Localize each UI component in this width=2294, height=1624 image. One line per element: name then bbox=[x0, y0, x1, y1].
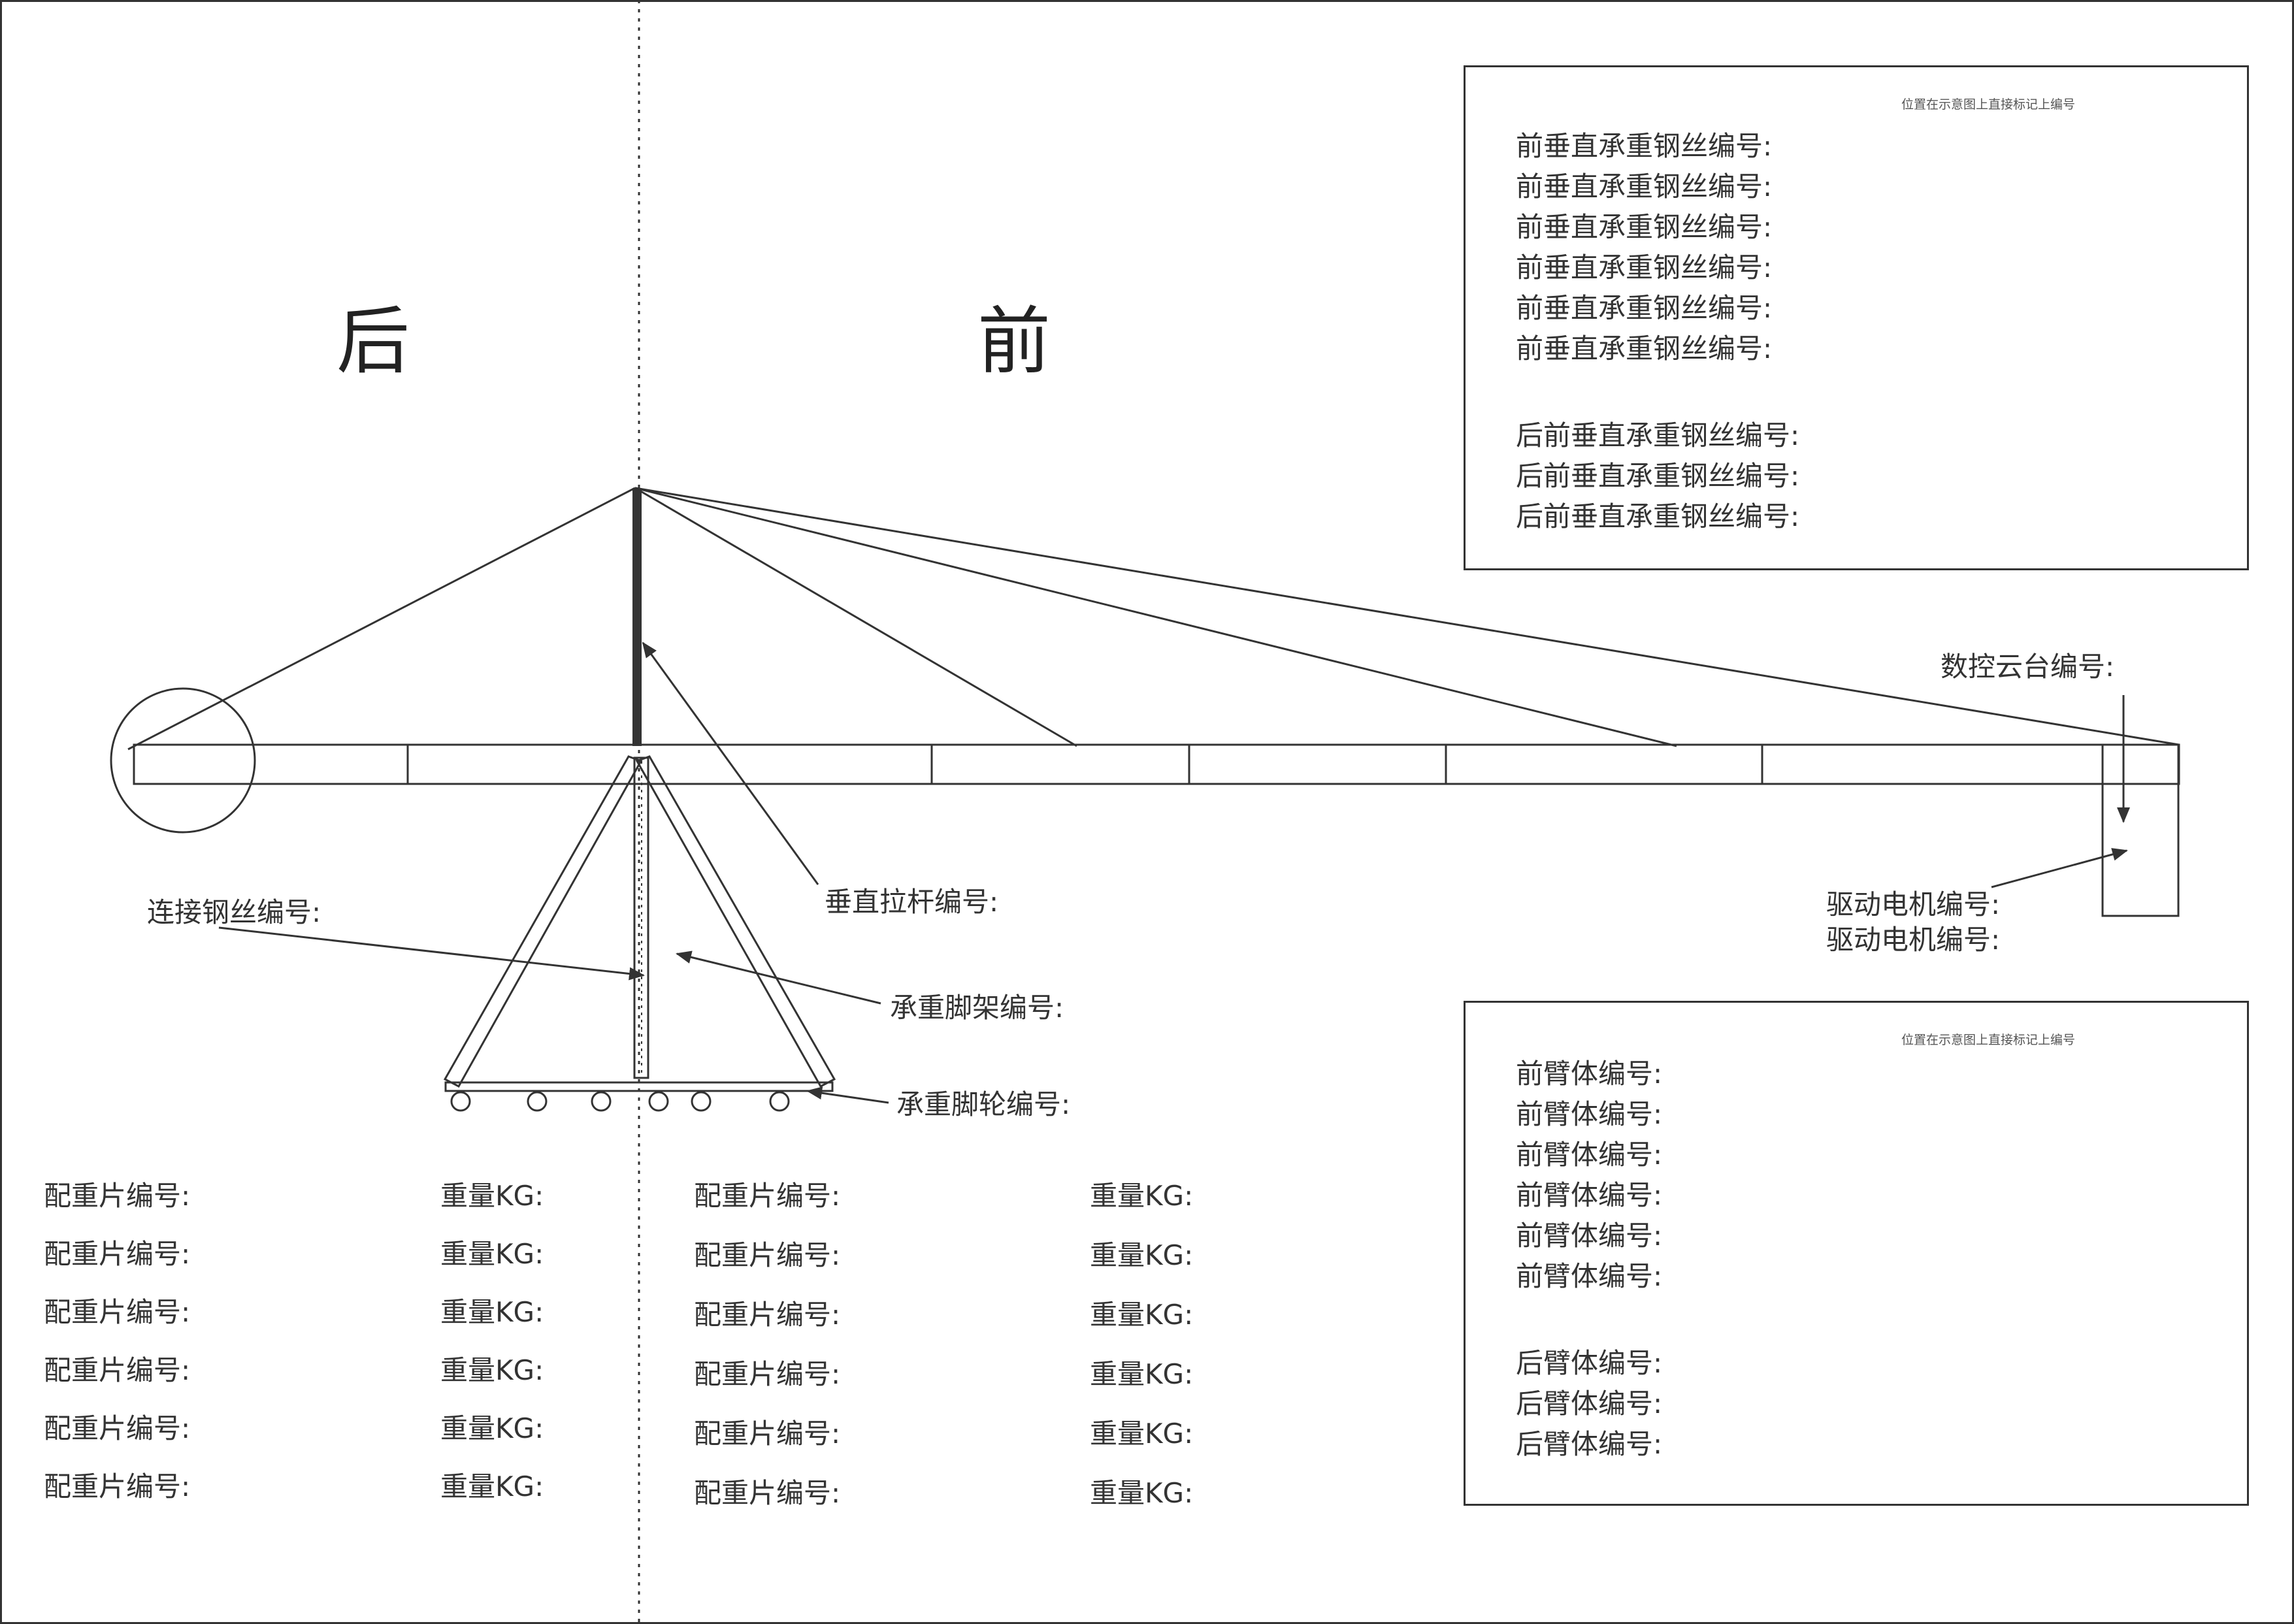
drive-motor-label: 驱动电机编号: bbox=[1826, 888, 2001, 920]
counterweight-piece-label: 配重片编号: bbox=[44, 1412, 191, 1444]
front-wire-label: 前垂直承重钢丝编号: bbox=[1516, 130, 1773, 162]
counterweight-piece-label: 配重片编号: bbox=[44, 1238, 191, 1270]
counterweight-piece-label: 配重片编号: bbox=[694, 1418, 841, 1450]
front-arm-label: 前臂体编号: bbox=[1516, 1260, 1663, 1292]
counterweight-end-circle bbox=[110, 687, 256, 834]
connect-wire-label: 连接钢丝编号: bbox=[147, 896, 321, 928]
tripod-arrow bbox=[676, 950, 881, 1005]
cnc-head-label: 数控云台编号: bbox=[1941, 651, 2115, 683]
counterweight-weight-label: 重量KG: bbox=[440, 1412, 544, 1444]
wheels-label: 承重脚轮编号: bbox=[896, 1088, 1071, 1120]
rear-tension-wire bbox=[127, 487, 636, 751]
drive-motor-box bbox=[2101, 743, 2180, 917]
connect-wire-arrow bbox=[218, 926, 645, 981]
front-wire-label: 前垂直承重钢丝编号: bbox=[1516, 211, 1773, 243]
counterweight-piece-label: 配重片编号: bbox=[694, 1299, 841, 1331]
counterweight-weight-label: 重量KG: bbox=[440, 1354, 544, 1386]
counterweight-weight-label: 重量KG: bbox=[1090, 1299, 1194, 1331]
back-side-label: 后 bbox=[336, 299, 410, 384]
counterweight-piece-label: 配重片编号: bbox=[694, 1180, 841, 1212]
front-arm-label: 前臂体编号: bbox=[1516, 1179, 1663, 1211]
counterweight-weight-label: 重量KG: bbox=[440, 1180, 544, 1212]
counterweight-weight-label: 重量KG: bbox=[440, 1238, 544, 1270]
drive-motor-arrow bbox=[1991, 848, 2128, 888]
counterweight-piece-label: 配重片编号: bbox=[694, 1358, 841, 1390]
tripod-right-leg bbox=[635, 755, 836, 1088]
counterweight-weight-label: 重量KG: bbox=[1090, 1358, 1194, 1390]
front-arm-label: 前臂体编号: bbox=[1516, 1139, 1663, 1171]
front-wire-label: 前垂直承重钢丝编号: bbox=[1516, 252, 1773, 284]
rear-wire-label: 后前垂直承重钢丝编号: bbox=[1516, 460, 1800, 492]
wheels-arrow bbox=[806, 1086, 889, 1104]
vertical-rod-label: 垂直拉杆编号: bbox=[825, 886, 999, 918]
counterweight-weight-label: 重量KG: bbox=[440, 1470, 544, 1502]
drive-motor-label: 驱动电机编号: bbox=[1826, 924, 2001, 956]
front-side-label: 前 bbox=[977, 299, 1051, 384]
wire-number-box: 位置在示意图上直接标记上编号 前垂直承重钢丝编号: 前垂直承重钢丝编号: 前垂直… bbox=[1464, 65, 2249, 570]
rear-arm-label: 后臂体编号: bbox=[1516, 1388, 1663, 1420]
front-wire-label: 前垂直承重钢丝编号: bbox=[1516, 292, 1773, 324]
caster-wheel bbox=[527, 1091, 548, 1112]
tripod-label: 承重脚架编号: bbox=[890, 992, 1064, 1024]
arm-number-box: 位置在示意图上直接标记上编号 前臂体编号: 前臂体编号: 前臂体编号: 前臂体编… bbox=[1464, 1001, 2249, 1506]
front-arm-label: 前臂体编号: bbox=[1516, 1220, 1663, 1252]
counterweight-weight-label: 重量KG: bbox=[1090, 1477, 1194, 1509]
caster-wheel bbox=[591, 1091, 612, 1112]
caster-wheel bbox=[691, 1091, 712, 1112]
rear-wire-label: 后前垂直承重钢丝编号: bbox=[1516, 419, 1800, 451]
counterweight-piece-label: 配重片编号: bbox=[44, 1354, 191, 1386]
rear-wire-label: 后前垂直承重钢丝编号: bbox=[1516, 500, 1800, 532]
caster-wheel bbox=[648, 1091, 669, 1112]
counterweight-piece-label: 配重片编号: bbox=[694, 1477, 841, 1509]
front-arm-label: 前臂体编号: bbox=[1516, 1058, 1663, 1090]
front-wire-label: 前垂直承重钢丝编号: bbox=[1516, 333, 1773, 365]
vertical-rod-arrow bbox=[642, 641, 819, 885]
box-note: 位置在示意图上直接标记上编号 bbox=[1901, 97, 2076, 112]
front-wire-label: 前垂直承重钢丝编号: bbox=[1516, 171, 1773, 203]
front-tension-wire bbox=[634, 487, 1077, 747]
front-arm-label: 前臂体编号: bbox=[1516, 1098, 1663, 1130]
counterweight-piece-label: 配重片编号: bbox=[694, 1239, 841, 1271]
counterweight-weight-label: 重量KG: bbox=[1090, 1239, 1194, 1271]
caster-wheel bbox=[769, 1091, 790, 1112]
counterweight-piece-label: 配重片编号: bbox=[44, 1470, 191, 1502]
arm-beam bbox=[133, 743, 2180, 785]
counterweight-weight-label: 重量KG: bbox=[1090, 1180, 1194, 1212]
tripod-left-leg bbox=[443, 755, 643, 1088]
box-note: 位置在示意图上直接标记上编号 bbox=[1901, 1033, 2076, 1047]
rear-arm-label: 后臂体编号: bbox=[1516, 1347, 1663, 1379]
counterweight-weight-label: 重量KG: bbox=[440, 1296, 544, 1328]
counterweight-piece-label: 配重片编号: bbox=[44, 1180, 191, 1212]
rear-arm-label: 后臂体编号: bbox=[1516, 1428, 1663, 1460]
counterweight-weight-label: 重量KG: bbox=[1090, 1418, 1194, 1450]
caster-wheel bbox=[450, 1091, 471, 1112]
counterweight-piece-label: 配重片编号: bbox=[44, 1296, 191, 1328]
